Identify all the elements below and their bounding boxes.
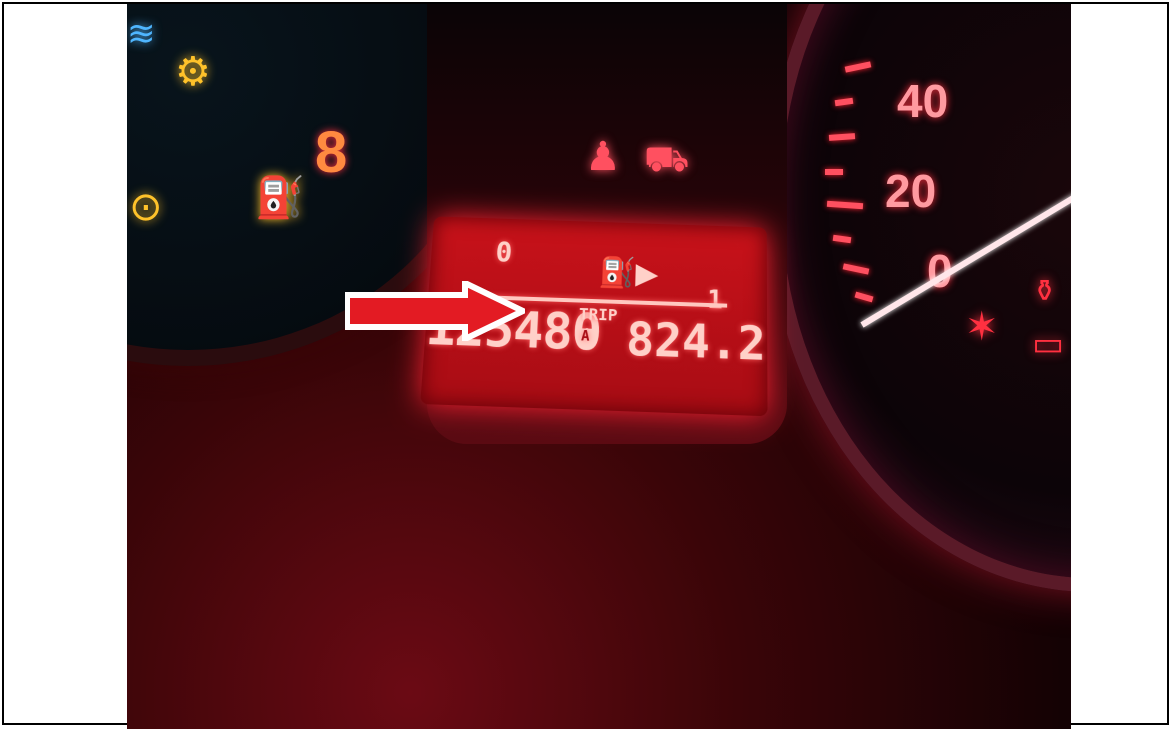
fuel-gauge-empty-label: 0: [495, 236, 513, 268]
door-ajar-icon: ⛟: [644, 139, 689, 185]
fuel-gauge-full-label: 1: [707, 285, 723, 315]
speedometer-tick: [825, 169, 843, 175]
battery-icon: ▭: [1032, 324, 1064, 364]
image-frame: 8 ⚙ ≋ ⊙ ⛽ 40 20 0 ✶ ▭ ⚱ ♟ ⛟ 0 ⛽▶ 1 12548…: [2, 2, 1169, 725]
trip-label: TRIP: [579, 304, 618, 324]
speedometer-label-40: 40: [897, 74, 948, 128]
tachometer-label: 8: [315, 119, 347, 186]
trip-a-indicator: A: [578, 328, 593, 345]
red-arrow-annotation: [345, 281, 525, 341]
fuel-pump-icon: ⛽▶: [598, 255, 659, 291]
airbag-icon: ✶: [965, 304, 999, 350]
trip-value: 824.2: [626, 312, 766, 371]
headlight-icon: ≋: [127, 14, 156, 54]
check-engine-icon: ⚙: [175, 49, 211, 95]
seatbelt-icon: ♟: [585, 134, 621, 180]
fuel-cap-icon: ⛽: [255, 174, 305, 221]
brake-warning-icon: ⊙: [129, 184, 163, 230]
oil-icon: ⚱: [1032, 274, 1057, 309]
speedometer-label-20: 20: [885, 164, 936, 218]
dashboard-photo: 8 ⚙ ≋ ⊙ ⛽ 40 20 0 ✶ ▭ ⚱ ♟ ⛟ 0 ⛽▶ 1 12548…: [127, 4, 1071, 729]
